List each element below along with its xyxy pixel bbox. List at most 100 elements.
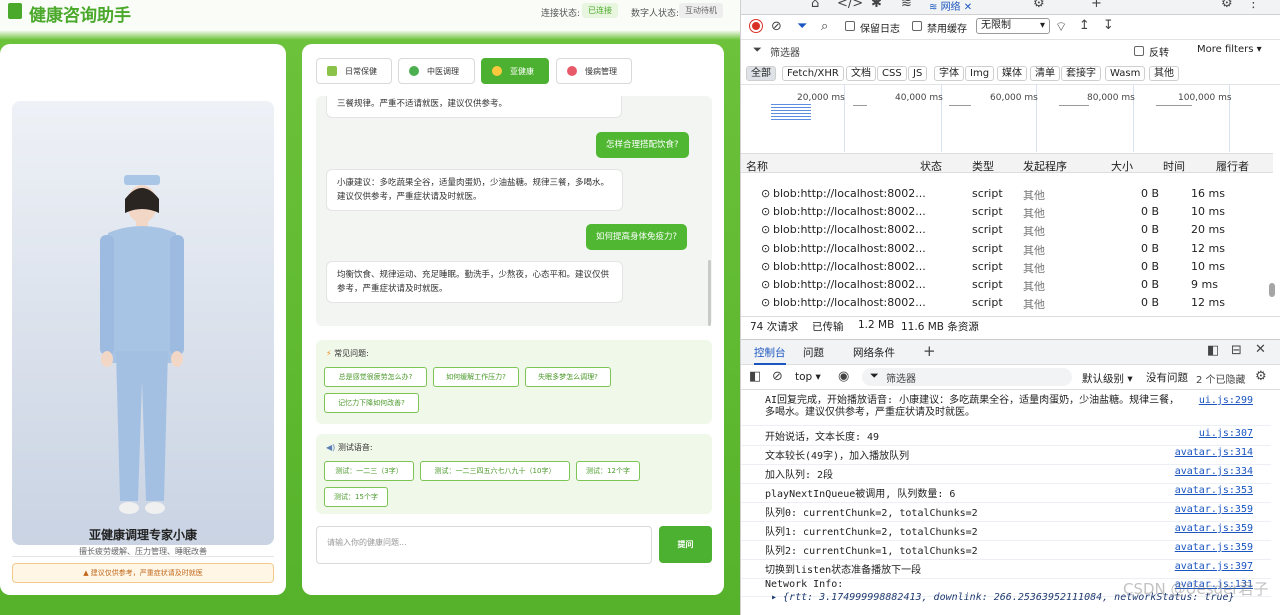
avatar-card bbox=[0, 44, 286, 595]
console-filter-input[interactable]: ⏷ 筛选器 bbox=[862, 368, 1072, 386]
request-row[interactable]: ⊙ blob:http://localhost:8002... script 其他 0 … bbox=[741, 258, 1271, 276]
context-select[interactable]: top ▾ bbox=[795, 369, 831, 385]
settings-tab-icon[interactable]: ⚙ bbox=[1033, 0, 1045, 11]
tab-console[interactable]: 控制台 bbox=[754, 345, 786, 365]
filter-funnel-icon[interactable]: ⏷ bbox=[797, 19, 807, 34]
voice-test-button[interactable]: 测试：一二三四五六七八九十（10字） bbox=[420, 461, 570, 481]
dock-bottom-icon[interactable]: ⊟ bbox=[1231, 343, 1242, 358]
column-status[interactable]: 状态 bbox=[920, 158, 942, 174]
tab-daily-care[interactable]: 日常保健 bbox=[316, 58, 392, 84]
filter-chip-socket[interactable]: 套接字 bbox=[1061, 66, 1101, 81]
search-icon[interactable]: ⌕ bbox=[821, 19, 828, 34]
network-filter-input[interactable]: 筛选器 bbox=[770, 44, 800, 59]
console-source-link[interactable]: ui.js:299 bbox=[1163, 395, 1253, 406]
console-settings-icon[interactable]: ⚙ bbox=[1255, 369, 1267, 384]
close-drawer-icon[interactable]: ✕ bbox=[1255, 342, 1266, 357]
ask-button[interactable]: 提问 bbox=[659, 526, 712, 563]
throttle-select[interactable]: 无限制 ▾ bbox=[976, 18, 1050, 34]
column-initiator[interactable]: 发起程序 bbox=[1023, 158, 1067, 174]
clear-console-icon[interactable]: ⊘ bbox=[772, 369, 783, 384]
tab-network-conditions[interactable]: 网络条件 bbox=[853, 345, 895, 360]
console-source-link[interactable]: avatar.js:397 bbox=[1163, 561, 1253, 572]
tab-tcm[interactable]: 中医调理 bbox=[398, 58, 475, 84]
download-icon[interactable]: ↧ bbox=[1103, 18, 1114, 33]
eye-icon[interactable]: ◉ bbox=[838, 369, 849, 384]
console-source-link[interactable]: avatar.js:359 bbox=[1163, 504, 1253, 515]
voice-title-text: 测试语音: bbox=[337, 443, 373, 452]
log-level-select[interactable]: 默认级别 ▾ bbox=[1082, 371, 1133, 386]
request-row[interactable]: ⊙ blob:http://localhost:8002... script 其他 0 … bbox=[741, 185, 1271, 203]
console-source-link[interactable]: avatar.js:359 bbox=[1163, 542, 1253, 553]
request-row[interactable]: ⊙ blob:http://localhost:8002... script 其他 0 … bbox=[741, 240, 1271, 258]
column-type[interactable]: 类型 bbox=[972, 158, 994, 174]
chat-scrollbar[interactable] bbox=[708, 260, 711, 326]
column-name[interactable]: 名称 bbox=[746, 158, 768, 174]
request-row[interactable]: ⊙ blob:http://localhost:8002... script 其他 0 … bbox=[741, 294, 1271, 312]
tab-network[interactable]: ≋ 网络 ✕ bbox=[929, 0, 972, 13]
filter-chip-media[interactable]: 媒体 bbox=[997, 66, 1027, 81]
more-filters-button[interactable]: More filters ▾ bbox=[1197, 44, 1262, 55]
tab-label: 慢病管理 bbox=[585, 66, 617, 76]
request-row[interactable]: ⊙ blob:http://localhost:8002... script 其他 0 … bbox=[741, 276, 1271, 294]
filter-chip-css[interactable]: CSS bbox=[877, 66, 907, 81]
request-row[interactable]: ⊙ blob:http://localhost:8002... script 其他 0 … bbox=[741, 221, 1271, 239]
chat-history[interactable]: 三餐规律。严重不适请就医，建议仅供参考。 怎样合理搭配饮食? 小康建议：多吃蔬果… bbox=[316, 96, 712, 326]
add-drawer-tab-icon[interactable]: + bbox=[923, 342, 936, 360]
filter-chip-js[interactable]: JS bbox=[908, 66, 928, 81]
tab-subhealth[interactable]: 亚健康 bbox=[481, 58, 549, 84]
gear-icon[interactable]: ⚙ bbox=[1221, 0, 1233, 11]
column-time[interactable]: 时间 bbox=[1163, 158, 1185, 174]
faq-button[interactable]: 如何缓解工作压力? bbox=[433, 367, 519, 387]
record-icon[interactable] bbox=[750, 20, 762, 32]
filter-chip-font[interactable]: 字体 bbox=[934, 66, 964, 81]
wifi-settings-icon[interactable]: ⌔ bbox=[1055, 19, 1067, 35]
faq-button[interactable]: 总是感觉很疲劳怎么办? bbox=[324, 367, 427, 387]
request-type: script bbox=[972, 223, 1003, 236]
filter-chip-img[interactable]: Img bbox=[965, 66, 995, 81]
filter-chip-fetch[interactable]: Fetch/XHR bbox=[782, 66, 844, 81]
column-fulfilled[interactable]: 履行者 bbox=[1216, 158, 1249, 174]
app-header: 健康咨询助手 连接状态: 已连接 数字人状态: 互动待机 bbox=[0, 0, 740, 28]
sources-icon[interactable]: ≋ bbox=[901, 0, 912, 11]
question-input[interactable]: 请输入你的健康问题... bbox=[316, 526, 652, 564]
faq-button[interactable]: 记忆力下降如何改善? bbox=[324, 393, 419, 413]
upload-icon[interactable]: ↥ bbox=[1079, 18, 1090, 33]
dock-side-icon[interactable]: ◧ bbox=[1207, 343, 1219, 358]
faq-button[interactable]: 失眠多梦怎么调理? bbox=[525, 367, 611, 387]
code-icon[interactable]: </> bbox=[837, 0, 863, 11]
request-initiator: 其他 bbox=[1023, 280, 1045, 293]
console-source-link[interactable]: avatar.js:353 bbox=[1163, 485, 1253, 496]
filter-chip-wasm[interactable]: Wasm bbox=[1105, 66, 1146, 81]
voice-test-button[interactable]: 测试：一二三（3字） bbox=[324, 461, 414, 481]
request-row[interactable]: ⊙ blob:http://localhost:8002... script 其他 0 … bbox=[741, 203, 1271, 221]
console-source-link[interactable]: ui.js:307 bbox=[1163, 428, 1253, 439]
voice-test-button[interactable]: 测试：12个字 bbox=[576, 461, 640, 481]
clear-icon[interactable]: ⊘ bbox=[771, 19, 782, 34]
add-tab-icon[interactable]: + bbox=[1091, 0, 1102, 11]
more-vertical-icon[interactable]: ⋮ bbox=[1247, 0, 1260, 11]
sidebar-toggle-icon[interactable]: ◧ bbox=[749, 369, 761, 384]
filter-chip-other[interactable]: 其他 bbox=[1149, 66, 1179, 81]
bug-icon[interactable]: ✱ bbox=[871, 0, 882, 11]
filter-chip-all[interactable]: 全部 bbox=[746, 66, 776, 81]
console-message-text: Network Info: bbox=[765, 579, 844, 590]
filter-chip-doc[interactable]: 文档 bbox=[846, 66, 876, 81]
tab-issues[interactable]: 问题 bbox=[803, 345, 824, 360]
request-type: script bbox=[972, 187, 1003, 200]
filter-chip-manifest[interactable]: 清单 bbox=[1030, 66, 1060, 81]
preserve-log-checkbox[interactable] bbox=[845, 21, 855, 31]
console-source-link[interactable]: avatar.js:314 bbox=[1163, 447, 1253, 458]
request-initiator: 其他 bbox=[1023, 244, 1045, 257]
column-size[interactable]: 大小 bbox=[1111, 158, 1133, 174]
table-scrollbar[interactable] bbox=[1269, 283, 1275, 297]
console-source-link[interactable]: avatar.js:334 bbox=[1163, 466, 1253, 477]
tab-chronic[interactable]: 慢病管理 bbox=[556, 58, 632, 84]
console-source-link[interactable]: avatar.js:359 bbox=[1163, 523, 1253, 534]
issues-status: 没有问题 bbox=[1146, 372, 1188, 384]
request-initiator: 其他 bbox=[1023, 225, 1045, 238]
console-separator bbox=[741, 464, 1271, 465]
invert-checkbox[interactable] bbox=[1134, 46, 1144, 56]
voice-test-button[interactable]: 测试：15个字 bbox=[324, 487, 388, 507]
home-icon[interactable]: ⌂ bbox=[811, 0, 819, 11]
disable-cache-checkbox[interactable] bbox=[912, 21, 922, 31]
